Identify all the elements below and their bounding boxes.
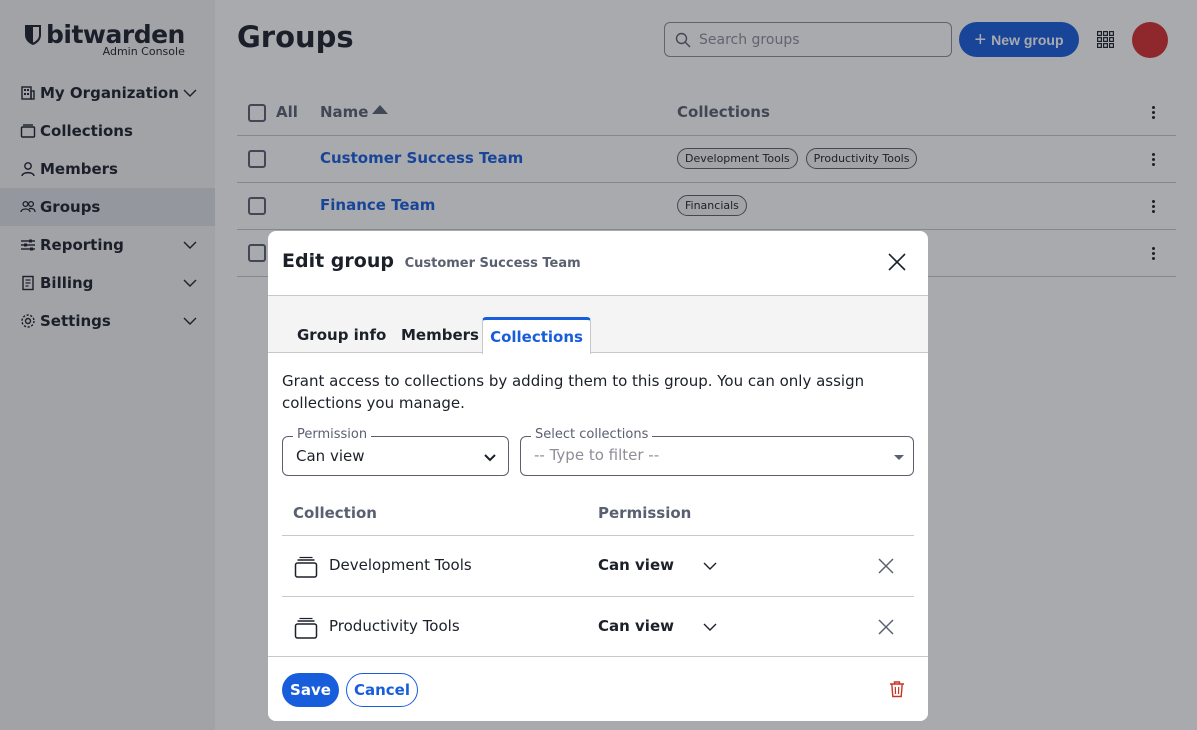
tab-collections[interactable]: Collections: [482, 317, 591, 354]
table-row: Development Tools Can view: [282, 536, 914, 597]
column-collection: Collection: [293, 504, 377, 522]
permission-field-value: Can view: [296, 447, 364, 465]
dialog-body: Grant access to collections by adding th…: [268, 353, 928, 656]
modal-backdrop-sidebar[interactable]: [0, 0, 215, 730]
permission-dropdown[interactable]: Can view: [598, 556, 674, 574]
dialog-subtitle: Customer Success Team: [405, 256, 581, 271]
trash-icon[interactable]: [888, 680, 906, 698]
dropdown-arrow-icon: [894, 455, 904, 460]
collection-name: Development Tools: [329, 556, 472, 574]
dialog-footer: Save Cancel: [268, 656, 928, 721]
permission-field-label: Permission: [293, 427, 371, 442]
chevron-down-icon[interactable]: [701, 618, 719, 636]
column-permission: Permission: [598, 504, 691, 522]
permission-select[interactable]: Permission Can view: [282, 436, 509, 476]
select-collections-input[interactable]: Select collections -- Type to filter --: [520, 436, 914, 476]
select-collections-placeholder: -- Type to filter --: [534, 446, 659, 464]
dialog-tabs: Group info Members Collections: [268, 296, 928, 353]
save-button[interactable]: Save: [282, 673, 339, 707]
tab-group-info[interactable]: Group info: [282, 317, 401, 353]
remove-icon[interactable]: [876, 556, 896, 576]
permission-dropdown[interactable]: Can view: [598, 617, 674, 635]
remove-icon[interactable]: [876, 617, 896, 637]
collection-icon: [294, 617, 318, 639]
dialog-title-text: Edit group: [282, 250, 394, 272]
collections-table-header: Collection Permission: [282, 494, 914, 536]
select-collections-label: Select collections: [531, 427, 652, 442]
tab-members[interactable]: Members: [386, 317, 494, 353]
chevron-down-icon: [482, 449, 498, 465]
edit-group-dialog: Edit group Customer Success Team Group i…: [268, 231, 928, 721]
table-row: Productivity Tools Can view: [282, 597, 914, 658]
close-icon[interactable]: [886, 251, 908, 273]
cancel-button[interactable]: Cancel: [346, 673, 418, 707]
collection-name: Productivity Tools: [329, 617, 460, 635]
chevron-down-icon[interactable]: [701, 557, 719, 575]
dialog-header: Edit group Customer Success Team: [268, 231, 928, 296]
collections-description: Grant access to collections by adding th…: [282, 370, 912, 414]
collection-icon: [294, 556, 318, 578]
dialog-title: Edit group Customer Success Team: [282, 250, 581, 272]
